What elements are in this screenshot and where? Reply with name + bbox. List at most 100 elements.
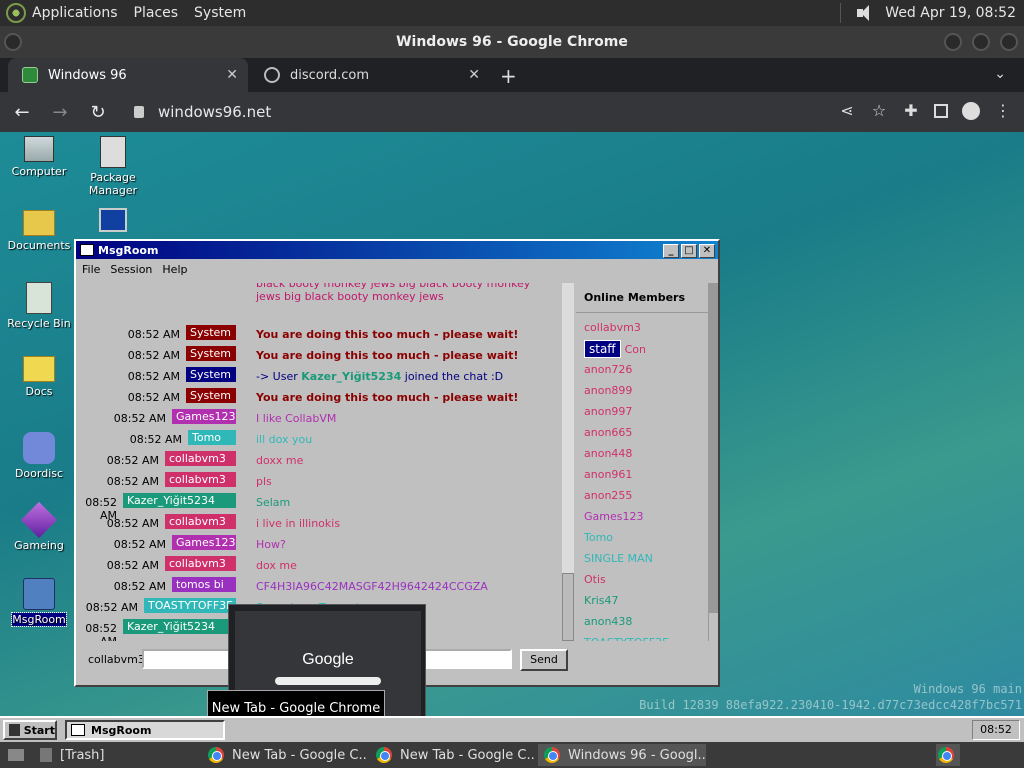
desktop-icon-doordisc[interactable]: Doordisc bbox=[4, 432, 74, 480]
username-badge[interactable]: Games123 bbox=[172, 409, 236, 424]
chrome-menu-icon[interactable]: ⋮ bbox=[994, 102, 1012, 120]
message-timestamp: 08:52 AM bbox=[127, 349, 180, 362]
taskbar-item-chrome-newtab-2[interactable]: New Tab - Google C... bbox=[370, 744, 534, 766]
menu-session[interactable]: Session bbox=[110, 263, 152, 276]
member-name: Games123 bbox=[584, 510, 644, 523]
applications-menu[interactable]: Applications bbox=[32, 5, 118, 21]
member-item[interactable]: TOASTYTOFF3E bbox=[584, 636, 669, 641]
desktop-icon-docs[interactable]: Docs bbox=[4, 356, 74, 398]
members-scroll-thumb[interactable] bbox=[709, 283, 718, 613]
window-titlebar[interactable]: Windows 96 - Google Chrome bbox=[0, 26, 1024, 58]
side-panel-icon[interactable] bbox=[934, 104, 948, 118]
panel-separator bbox=[840, 3, 842, 23]
member-item[interactable]: staff Con bbox=[584, 340, 646, 358]
member-item[interactable]: Otis bbox=[584, 573, 606, 586]
profile-avatar-icon[interactable] bbox=[962, 102, 980, 120]
extensions-icon[interactable]: ✚ bbox=[902, 102, 920, 120]
system-menu[interactable]: System bbox=[194, 5, 246, 21]
member-item[interactable]: anon448 bbox=[584, 447, 632, 460]
forward-button[interactable]: → bbox=[44, 102, 76, 123]
username-badge[interactable]: Tomo bbox=[188, 430, 236, 445]
close-tab-icon[interactable]: ✕ bbox=[226, 67, 238, 83]
desktop-icon-gameing[interactable]: Gameing bbox=[4, 501, 74, 552]
member-item[interactable]: anon665 bbox=[584, 426, 632, 439]
nickname-label[interactable]: collabvm3 bbox=[88, 653, 145, 666]
member-item[interactable]: SINGLE MAN bbox=[584, 552, 653, 565]
minimize-button[interactable] bbox=[944, 33, 962, 51]
username-badge[interactable]: System bbox=[186, 367, 236, 382]
tab-windows96[interactable]: Windows 96 ✕ bbox=[8, 58, 248, 92]
close-window-button[interactable] bbox=[1000, 33, 1018, 51]
member-item[interactable]: Kris47 bbox=[584, 594, 619, 607]
tray-chrome-button[interactable] bbox=[936, 744, 960, 766]
new-tab-button[interactable]: + bbox=[500, 64, 517, 88]
desktop-icon-documents[interactable]: Documents bbox=[4, 210, 74, 252]
message-timestamp: 08:52 AM bbox=[106, 517, 159, 530]
places-menu[interactable]: Places bbox=[134, 5, 179, 21]
member-item[interactable]: Tomo bbox=[584, 531, 613, 544]
member-name: anon448 bbox=[584, 447, 633, 460]
message-text: You are doing this too much - please wai… bbox=[256, 391, 519, 404]
desktop-icon-package-manager[interactable]: Package Manager bbox=[78, 136, 148, 197]
send-button[interactable]: Send bbox=[520, 649, 568, 671]
taskbar-item-msgroom[interactable]: MsgRoom bbox=[65, 720, 225, 740]
chat-message-row: 08:52 AM System You are doing this too muc… bbox=[80, 346, 566, 366]
taskbar-item-chrome-windows96[interactable]: Windows 96 - Googl... bbox=[538, 744, 706, 766]
window-menu-button[interactable] bbox=[4, 33, 22, 51]
username-badge[interactable]: tomos bi bbox=[172, 577, 236, 592]
member-item[interactable]: anon899 bbox=[584, 384, 632, 397]
bookmark-star-icon[interactable]: ☆ bbox=[870, 102, 888, 120]
menu-help[interactable]: Help bbox=[162, 263, 187, 276]
menu-file[interactable]: File bbox=[82, 263, 100, 276]
member-item[interactable]: anon255 bbox=[584, 489, 632, 502]
username-badge[interactable]: System bbox=[186, 325, 236, 340]
desktop-icon-hidden[interactable] bbox=[78, 208, 148, 235]
desktop-icon-recycle-bin[interactable]: Recycle Bin bbox=[4, 282, 74, 330]
panel-clock[interactable]: Wed Apr 19, 08:52 bbox=[885, 5, 1016, 21]
lock-icon[interactable] bbox=[134, 106, 144, 118]
member-item[interactable]: anon438 bbox=[584, 615, 632, 628]
desktop-icon-msgroom[interactable]: MsgRoom bbox=[4, 578, 74, 627]
message-timestamp: 08:52 AM bbox=[85, 601, 138, 614]
member-item[interactable]: anon961 bbox=[584, 468, 632, 481]
chat-scrollbar[interactable] bbox=[562, 283, 574, 641]
show-desktop-button[interactable] bbox=[2, 744, 34, 766]
msgroom-close-button[interactable]: ✕ bbox=[699, 244, 715, 258]
member-item[interactable]: anon726 bbox=[584, 363, 632, 376]
username-badge[interactable]: System bbox=[186, 388, 236, 403]
tab-discord[interactable]: discord.com ✕ bbox=[250, 58, 490, 92]
distro-logo-icon[interactable] bbox=[6, 3, 26, 23]
msgroom-titlebar[interactable]: MsgRoom _ □ ✕ bbox=[76, 241, 718, 259]
username-badge[interactable]: collabvm3 bbox=[165, 556, 236, 571]
username-badge[interactable]: collabvm3 bbox=[165, 472, 236, 487]
member-name: anon899 bbox=[584, 384, 633, 397]
msgroom-minimize-button[interactable]: _ bbox=[663, 244, 679, 258]
username-badge[interactable]: Kazer_Yiğit5234 bbox=[123, 493, 236, 508]
volume-icon[interactable] bbox=[855, 4, 877, 22]
maximize-button[interactable] bbox=[972, 33, 990, 51]
message-timestamp: 08:52 AM bbox=[113, 412, 166, 425]
username-badge[interactable]: Kazer_Yiğit5234 bbox=[123, 619, 236, 634]
member-item[interactable]: collabvm3 bbox=[584, 321, 641, 334]
close-tab-icon[interactable]: ✕ bbox=[468, 67, 480, 83]
chat-scroll-thumb[interactable] bbox=[562, 573, 574, 641]
taskbar-item-trash[interactable]: [Trash] bbox=[34, 744, 194, 766]
username-badge[interactable]: TOASTYTOFF3E bbox=[144, 598, 236, 613]
member-item[interactable]: Games123 bbox=[584, 510, 643, 523]
chat-log[interactable]: black booty monkey jews big black booty … bbox=[80, 283, 574, 641]
msgroom-maximize-button[interactable]: □ bbox=[681, 244, 697, 258]
desktop-icon-computer[interactable]: Computer bbox=[4, 136, 74, 178]
username-badge[interactable]: collabvm3 bbox=[165, 451, 236, 466]
reload-button[interactable]: ↻ bbox=[82, 102, 114, 123]
member-item[interactable]: anon997 bbox=[584, 405, 632, 418]
tab-search-chevron-icon[interactable]: ⌄ bbox=[994, 66, 1006, 82]
back-button[interactable]: ← bbox=[6, 102, 38, 123]
username-badge[interactable]: Games123 bbox=[172, 535, 236, 550]
share-icon[interactable]: ⋖ bbox=[838, 102, 856, 120]
start-button[interactable]: Start bbox=[3, 720, 57, 740]
username-badge[interactable]: System bbox=[186, 346, 236, 361]
taskbar-item-chrome-newtab-1[interactable]: New Tab - Google C... bbox=[202, 744, 366, 766]
username-badge[interactable]: collabvm3 bbox=[165, 514, 236, 529]
address-bar[interactable]: windows96.net bbox=[134, 103, 271, 121]
members-scrollbar[interactable] bbox=[708, 283, 718, 641]
